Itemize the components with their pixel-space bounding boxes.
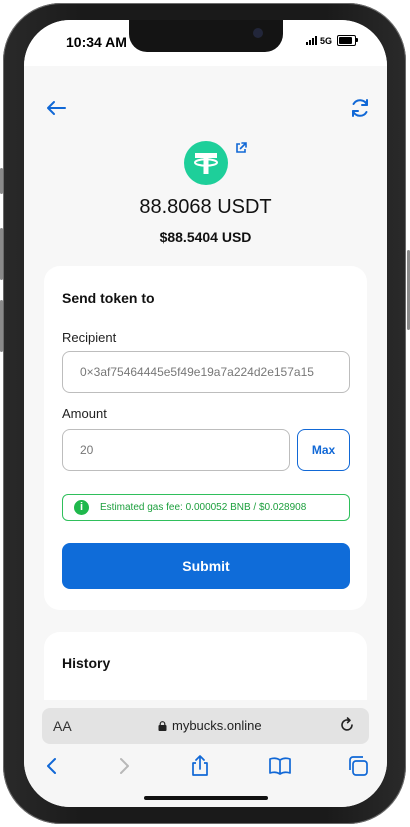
status-time: 10:34 AM bbox=[66, 34, 127, 50]
volume-up-button bbox=[0, 228, 3, 280]
browser-back-icon[interactable] bbox=[40, 754, 64, 778]
address-bar[interactable]: AA mybucks.online bbox=[42, 708, 369, 744]
refresh-icon[interactable] bbox=[348, 96, 372, 120]
browser-toolbar bbox=[24, 754, 387, 782]
history-title: History bbox=[62, 655, 111, 671]
battery-icon bbox=[337, 35, 356, 46]
send-token-card: Send token to Recipient 0×3af75464445e5f… bbox=[44, 266, 367, 610]
share-icon[interactable] bbox=[188, 754, 212, 778]
history-card: History bbox=[44, 632, 367, 706]
reload-icon[interactable] bbox=[338, 716, 356, 734]
amount-label: Amount bbox=[62, 406, 107, 421]
max-button[interactable]: Max bbox=[297, 429, 350, 471]
browser-bar: AA mybucks.online bbox=[24, 700, 387, 807]
front-camera bbox=[253, 28, 263, 38]
back-arrow-icon[interactable] bbox=[44, 98, 68, 118]
url-text: mybucks.online bbox=[172, 718, 262, 733]
tabs-icon[interactable] bbox=[346, 754, 370, 778]
send-form-title: Send token to bbox=[62, 290, 155, 306]
token-balance: 88.8068 USDT bbox=[139, 196, 272, 218]
status-bar: 10:34 AM 5G bbox=[24, 20, 387, 66]
recipient-input[interactable]: 0×3af75464445e5f49e19a7a224d2e157a15 bbox=[62, 351, 350, 393]
wallet-page: 88.8068 USDT $88.5404 USD Send token to … bbox=[24, 66, 387, 706]
usdt-logo-icon bbox=[184, 141, 228, 185]
browser-forward-icon[interactable] bbox=[112, 754, 136, 778]
info-icon: i bbox=[74, 500, 89, 515]
battery-tip bbox=[356, 38, 358, 42]
lock-icon bbox=[158, 721, 167, 731]
mute-switch bbox=[0, 168, 3, 194]
amount-input[interactable]: 20 bbox=[62, 429, 290, 471]
submit-button[interactable]: Submit bbox=[62, 543, 350, 589]
bookmarks-icon[interactable] bbox=[268, 754, 292, 778]
network-type: 5G bbox=[320, 36, 333, 46]
gas-fee-notice: i Estimated gas fee: 0.000052 BNB / $0.0… bbox=[62, 494, 350, 521]
gas-fee-text: Estimated gas fee: 0.000052 BNB / $0.028… bbox=[100, 502, 307, 513]
signal-icon bbox=[306, 36, 317, 45]
home-indicator bbox=[144, 796, 268, 800]
phone-screen: 10:34 AM 5G 88.8068 USDT $88.5404 USD Se… bbox=[24, 20, 387, 807]
external-link-icon[interactable] bbox=[234, 141, 248, 155]
fiat-balance: $88.5404 USD bbox=[159, 229, 252, 245]
volume-down-button bbox=[0, 300, 3, 352]
notch bbox=[129, 20, 283, 52]
text-size-button[interactable]: AA bbox=[53, 718, 72, 734]
recipient-label: Recipient bbox=[62, 330, 117, 345]
